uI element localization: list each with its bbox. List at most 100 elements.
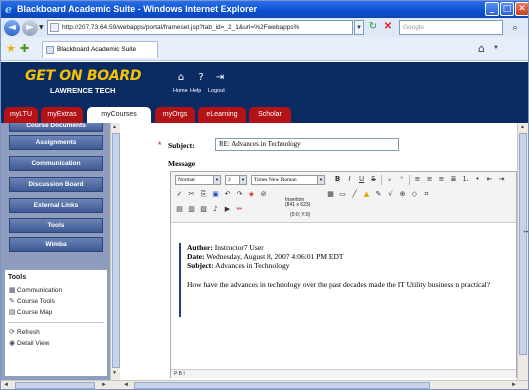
subscript-icon[interactable]: ₓ [385,175,394,184]
tab-myltu[interactable]: myLTU [4,107,38,123]
maximize-button[interactable]: □ [500,2,514,16]
scroll-left-icon[interactable]: ◄ [123,382,129,388]
tab-myorgs[interactable]: myOrgs [155,107,195,123]
tab-elearning[interactable]: eLearning [198,107,246,123]
menu-assignments[interactable]: Assignments [9,135,103,150]
minimize-button[interactable]: _ [485,2,499,16]
back-button[interactable]: ◄ [4,20,20,36]
preview-icon[interactable]: ⌗ [422,190,431,199]
detail-view-action[interactable]: ◉ Detail View [9,339,49,347]
bullet-list-icon[interactable]: • [473,175,482,184]
menu-tools[interactable]: Tools [9,218,103,233]
help-link[interactable]: Help [190,88,201,94]
superscript-icon[interactable]: ˣ [397,175,406,184]
html-source-icon[interactable]: ◇ [410,190,419,199]
scroll-down-icon[interactable]: ▼ [112,370,117,376]
italic-button[interactable]: I [345,175,354,184]
logout-icon[interactable]: ⇥ [213,72,227,84]
style-select[interactable]: Normal ▼ [175,175,221,185]
strikethrough-button[interactable]: S [369,175,378,184]
line-icon[interactable]: ╱ [350,190,359,199]
menu-scrollbar[interactable]: ▲ ▼ [110,123,120,380]
refresh-icon[interactable]: ↻ [366,20,380,35]
search-icon[interactable]: ⌕ [505,20,525,35]
highlight-icon[interactable]: ▲ [362,190,371,199]
cut-icon[interactable]: ✂ [187,190,196,199]
course-map-icon: ▤ [9,308,16,316]
menu-communication[interactable]: Communication [9,156,103,171]
tool-course-tools[interactable]: ✎ Course Tools [9,297,55,305]
insert-image-icon[interactable]: ▤ [175,205,184,214]
scroll-right-icon[interactable]: ► [101,382,107,388]
message-editor[interactable]: Normal ▼ 2 ▼ Times New Roman ▼ B I U S ₓ ˣ … [170,171,517,378]
horizontal-scrollbar[interactable]: ◄ ► ◄ ► [1,380,528,389]
insert-audio-icon[interactable]: ♪ [211,205,220,214]
table-icon[interactable]: ▦ [326,190,335,199]
history-dropdown-icon[interactable]: ▼ [39,24,44,31]
copy-icon[interactable]: ⎘ [199,190,208,199]
close-button[interactable]: ✕ [515,2,528,16]
home-icon[interactable]: ⌂ [174,72,188,84]
url-dropdown-icon[interactable]: ▼ [354,20,364,35]
tab-myextras[interactable]: myExtras [41,107,83,123]
insert-file-icon[interactable]: ▧ [199,205,208,214]
scroll-thumb[interactable] [519,133,527,355]
unlink-icon[interactable]: ⊘ [259,190,268,199]
menu-external-links[interactable]: External Links [9,198,103,213]
forward-button[interactable]: ► [22,20,38,36]
paste-icon[interactable]: ▣ [211,190,220,199]
scroll-left-icon[interactable]: ◄ [3,382,9,388]
scroll-up-icon[interactable]: ▲ [520,124,525,130]
help-icon[interactable]: ? [194,72,208,84]
insert-video-icon[interactable]: ▶ [223,205,232,214]
menu-wimba[interactable]: Wimba [9,237,103,252]
hr-icon[interactable]: ▭ [338,190,347,199]
search-input[interactable]: Google [399,20,503,35]
menu-hscroll-thumb[interactable] [15,382,95,389]
font-select[interactable]: Times New Roman ▼ [251,175,325,185]
content-hscroll-thumb[interactable] [134,382,430,389]
home-dropdown-icon[interactable]: ▼ [493,45,499,51]
spellcheck-icon[interactable]: ✓ [175,190,184,199]
numbered-list-icon[interactable]: ⒈ [461,175,470,184]
browser-tab[interactable]: Blackboard Academic Suite [42,41,158,58]
indent-icon[interactable]: ⇥ [497,175,506,184]
insert-media-icon[interactable]: ▥ [187,205,196,214]
special-char-icon[interactable]: ⊕ [398,190,407,199]
link-icon[interactable]: ◈ [247,190,256,199]
pencil-icon[interactable]: ✏ [235,205,244,214]
style-select-value: Normal [178,177,195,183]
tool-course-map[interactable]: ▤Course Map [9,308,52,316]
equation-icon[interactable]: √ [386,190,395,199]
redo-icon[interactable]: ↷ [235,190,244,199]
refresh-action[interactable]: ⟳ Refresh [9,328,40,336]
home-link[interactable]: Home [173,88,188,94]
add-favorites-icon[interactable]: ✚ [20,42,29,55]
menu-discussion-board[interactable]: Discussion Board [9,177,103,192]
align-left-icon[interactable]: ≡ [413,175,422,184]
scroll-up-icon[interactable]: ▲ [112,124,117,130]
menu-course-documents[interactable]: Course Documents [9,123,103,132]
underline-button[interactable]: U [357,175,366,184]
align-center-icon[interactable]: ≡ [425,175,434,184]
stop-icon[interactable]: ✕ [381,20,395,35]
logout-link[interactable]: Logout [208,88,225,94]
align-right-icon[interactable]: ≡ [437,175,446,184]
tab-scholar[interactable]: Scholar [249,107,291,123]
undo-icon[interactable]: ↶ [223,190,232,199]
subject-input[interactable]: RE: Advances in Technology [215,138,399,151]
tab-mycourses[interactable]: myCourses [87,107,151,123]
justify-icon[interactable]: ≣ [449,175,458,184]
outdent-icon[interactable]: ⇤ [485,175,494,184]
scroll-thumb[interactable] [112,133,120,368]
tool-communication[interactable]: ▦Communication [9,286,62,294]
content-scrollbar[interactable]: ▲ [517,123,528,380]
editor-status-bar: P B I [171,369,516,378]
url-input[interactable]: http://207.73.64.59/webapps/portal/frame… [47,20,353,35]
scroll-right-icon[interactable]: ► [511,382,517,388]
home-icon[interactable]: ⌂ [478,42,485,55]
favorites-star-icon[interactable]: ★ [6,42,16,55]
size-select[interactable]: 2 ▼ [225,175,247,185]
bold-button[interactable]: B [333,175,342,184]
text-color-icon[interactable]: ✎ [374,190,383,199]
